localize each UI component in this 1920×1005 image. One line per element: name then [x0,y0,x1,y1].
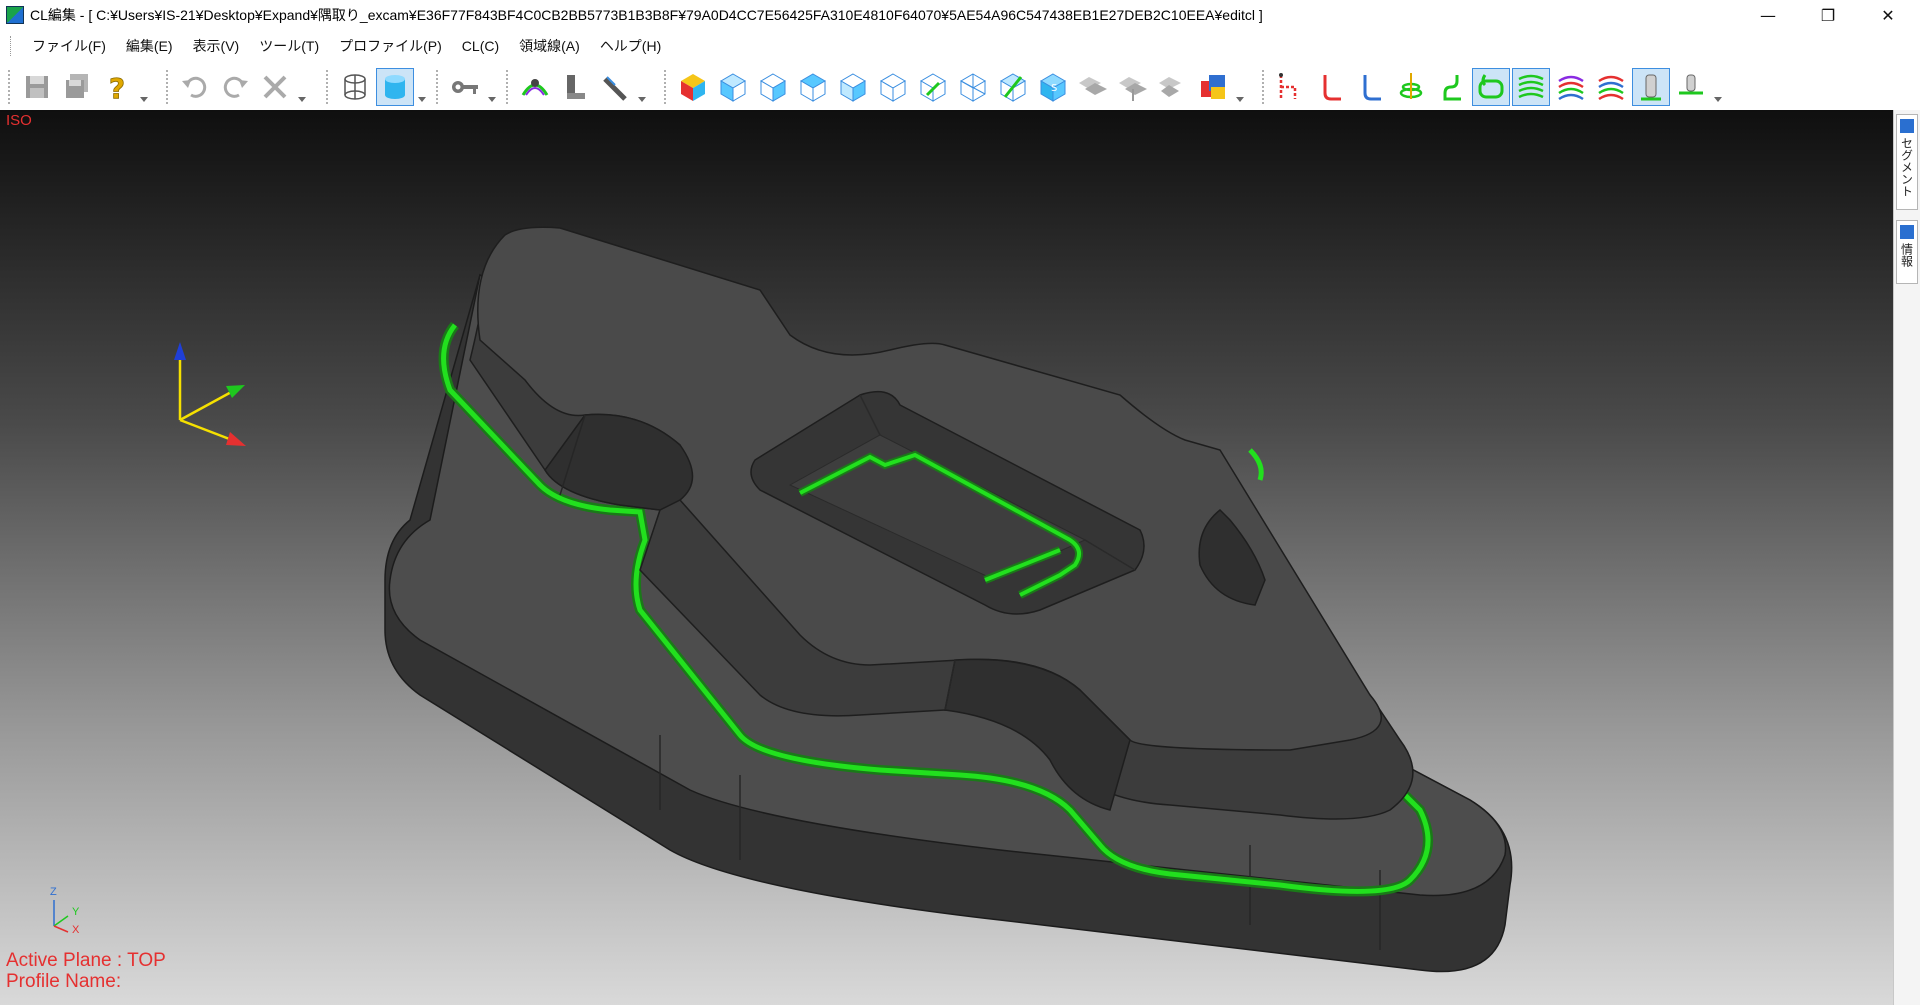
view-iso-color-icon[interactable] [674,68,712,106]
toolbar-cl-group [1262,66,1722,108]
toolbar-grip[interactable] [8,70,14,104]
view-fit-icon[interactable] [994,68,1032,106]
info-tab[interactable]: 情報 [1896,220,1918,284]
title-bar: CL編集 - [ C:¥Users¥IS-21¥Desktop¥Expand¥隅… [0,0,1920,30]
view-shade-3-icon[interactable] [1154,68,1192,106]
view-shade-2-icon[interactable] [1114,68,1152,106]
toolbar-grip[interactable] [166,70,172,104]
minimize-button[interactable]: — [1740,0,1796,30]
menu-view[interactable]: 表示(V) [183,30,250,62]
view-back-icon[interactable] [754,68,792,106]
menu-edit[interactable]: 編集(E) [116,30,183,62]
segment-icon [1900,119,1914,133]
toolbar-grip[interactable] [506,70,512,104]
active-plane-label: Active Plane : TOP [6,950,166,971]
toolbar-grip[interactable] [326,70,332,104]
toolbar-grip[interactable] [1262,70,1268,104]
cl-retract-icon[interactable] [1352,68,1390,106]
cl-link-icon[interactable] [1432,68,1470,106]
info-tab-label: 情報 [1899,243,1914,267]
info-icon [1900,225,1914,239]
window-title: CL編集 - [ C:¥Users¥IS-21¥Desktop¥Expand¥隅… [30,7,1263,23]
side-dock-panel: セグメント 情報 [1893,110,1920,1005]
key-tool-icon[interactable] [446,68,484,106]
cl-multicolor-2-icon[interactable] [1592,68,1630,106]
toolbar-overflow-dropdown[interactable] [296,68,306,106]
cl-point-icon[interactable] [1272,68,1310,106]
undo-icon[interactable] [176,68,214,106]
small-axis-indicator: Z Y X [44,886,94,936]
cl-tool-tip-icon[interactable] [1672,68,1710,106]
axis-x-label: X [72,924,80,936]
view-shade-1-icon[interactable] [1074,68,1112,106]
axis-y-label: Y [72,906,80,918]
cl-tool-icon[interactable] [1632,68,1670,106]
view-top-icon[interactable] [874,68,912,106]
axis-z-label: Z [50,886,57,898]
save-icon[interactable] [18,68,56,106]
toolbar-view-group: S [664,66,1244,108]
axis-triad [174,342,246,446]
cl-offset-icon[interactable] [1472,68,1510,106]
segment-tab[interactable]: セグメント [1896,114,1918,210]
toolbar-grip[interactable] [664,70,670,104]
toolbar-grip[interactable] [436,70,442,104]
3d-viewport[interactable]: ISO Z Y X Active Plane: TOP Profile Nam… [0,110,1893,1005]
toolbar-overflow-dropdown[interactable] [416,68,426,106]
menu-bar: ファイル(F) 編集(E) 表示(V) ツール(T) プロファイル(P) CL(… [0,30,1920,62]
toolbar-key-group [436,66,496,108]
help-icon[interactable]: ? [98,68,136,106]
toolbar-overflow-dropdown[interactable] [486,68,496,106]
color-palette-icon[interactable] [1194,68,1232,106]
part-model [384,226,1513,973]
measure-icon[interactable] [596,68,634,106]
menu-file[interactable]: ファイル(F) [22,30,116,62]
menu-tools[interactable]: ツール(T) [249,30,329,62]
view-box-icon[interactable]: S [1034,68,1072,106]
delete-icon[interactable] [256,68,294,106]
toolbar-overflow-dropdown[interactable] [138,68,148,106]
svg-text:S: S [1051,83,1057,94]
view-front-icon[interactable] [714,68,752,106]
cl-approach-icon[interactable] [1312,68,1350,106]
toolbar-overflow-dropdown[interactable] [1234,68,1244,106]
cl-zigzag-icon[interactable] [1512,68,1550,106]
menu-grip[interactable] [10,36,14,56]
menu-region-line[interactable]: 領域線(A) [509,30,590,62]
segment-tab-label: セグメント [1899,137,1914,197]
view-left-icon[interactable] [794,68,832,106]
toolpath-check-icon[interactable] [516,68,554,106]
redo-icon[interactable] [216,68,254,106]
solid-cylinder-icon[interactable] [376,68,414,106]
wireframe-cylinder-icon[interactable] [336,68,374,106]
toolbar: ? S [0,64,1920,111]
profile-name-label: Profile Name: [6,971,122,992]
save-all-icon[interactable] [58,68,96,106]
toolbar-overflow-dropdown[interactable] [1712,68,1722,106]
view-axo-icon[interactable] [954,68,992,106]
menu-help[interactable]: ヘルプ(H) [590,30,671,62]
restore-button[interactable]: ❐ [1800,0,1856,30]
view-bottom-icon[interactable] [914,68,952,106]
menu-cl[interactable]: CL(C) [452,30,509,62]
cl-multicolor-1-icon[interactable] [1552,68,1590,106]
toolbar-check-group [506,66,646,108]
toolbar-file-group: ? [8,66,148,108]
app-icon [6,6,24,24]
toolbar-overflow-dropdown[interactable] [636,68,646,106]
svg-text:?: ? [109,72,125,103]
toolbar-edit-group [166,66,306,108]
view-right-icon[interactable] [834,68,872,106]
tool-holder-icon[interactable] [556,68,594,106]
close-button[interactable]: ✕ [1860,0,1916,30]
menu-profile[interactable]: プロファイル(P) [329,30,452,62]
cl-spiral-icon[interactable] [1392,68,1430,106]
toolbar-display-group [326,66,426,108]
